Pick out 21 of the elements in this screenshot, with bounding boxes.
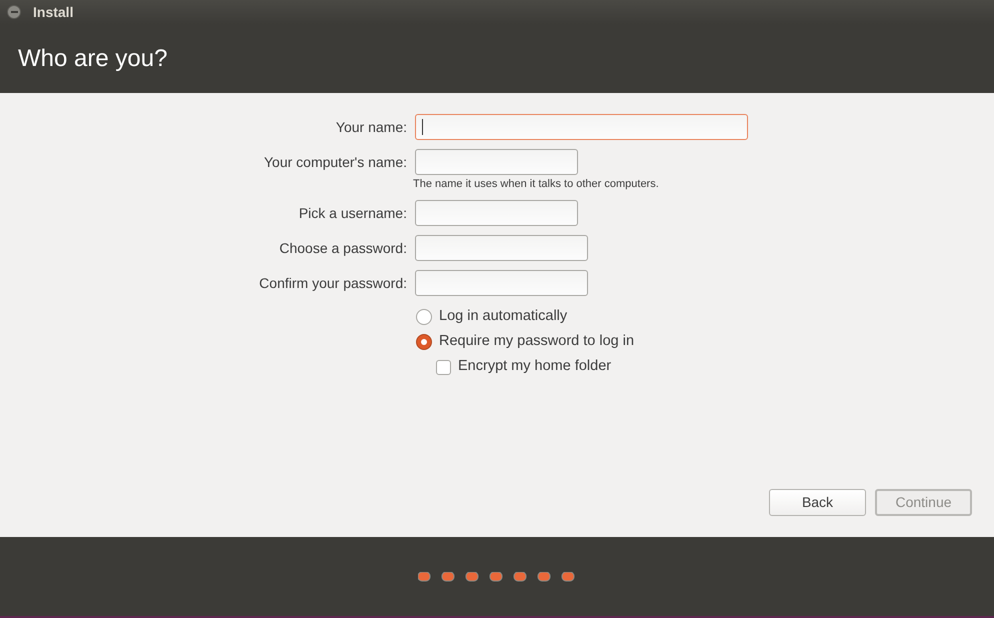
- page-title: Who are you?: [18, 44, 168, 74]
- field-label: Your name:: [334, 118, 407, 136]
- radio-button[interactable]: [416, 334, 432, 350]
- option-label[interactable]: Log in automatically: [439, 306, 568, 328]
- dialog-button[interactable]: Back: [769, 489, 866, 516]
- checkbox[interactable]: [436, 360, 451, 374]
- text-field[interactable]: [415, 200, 578, 226]
- window-title: Install: [33, 2, 74, 22]
- text-field[interactable]: [415, 114, 748, 140]
- text-field[interactable]: [415, 149, 578, 175]
- option-label[interactable]: Encrypt my home folder: [458, 356, 612, 378]
- field-label: Pick a username:: [298, 204, 407, 222]
- text-field[interactable]: [415, 235, 588, 261]
- field-hint: The name it uses when it talks to other computers.: [413, 178, 659, 190]
- text-field[interactable]: [415, 270, 588, 296]
- field-label: Confirm your password:: [258, 274, 407, 293]
- minimize-button[interactable]: [7, 5, 21, 19]
- option-label[interactable]: Require my password to log in: [439, 331, 634, 353]
- field-label: Your computer's name:: [262, 152, 407, 172]
- field-label: Choose a password:: [278, 238, 407, 258]
- radio-button[interactable]: [416, 309, 432, 325]
